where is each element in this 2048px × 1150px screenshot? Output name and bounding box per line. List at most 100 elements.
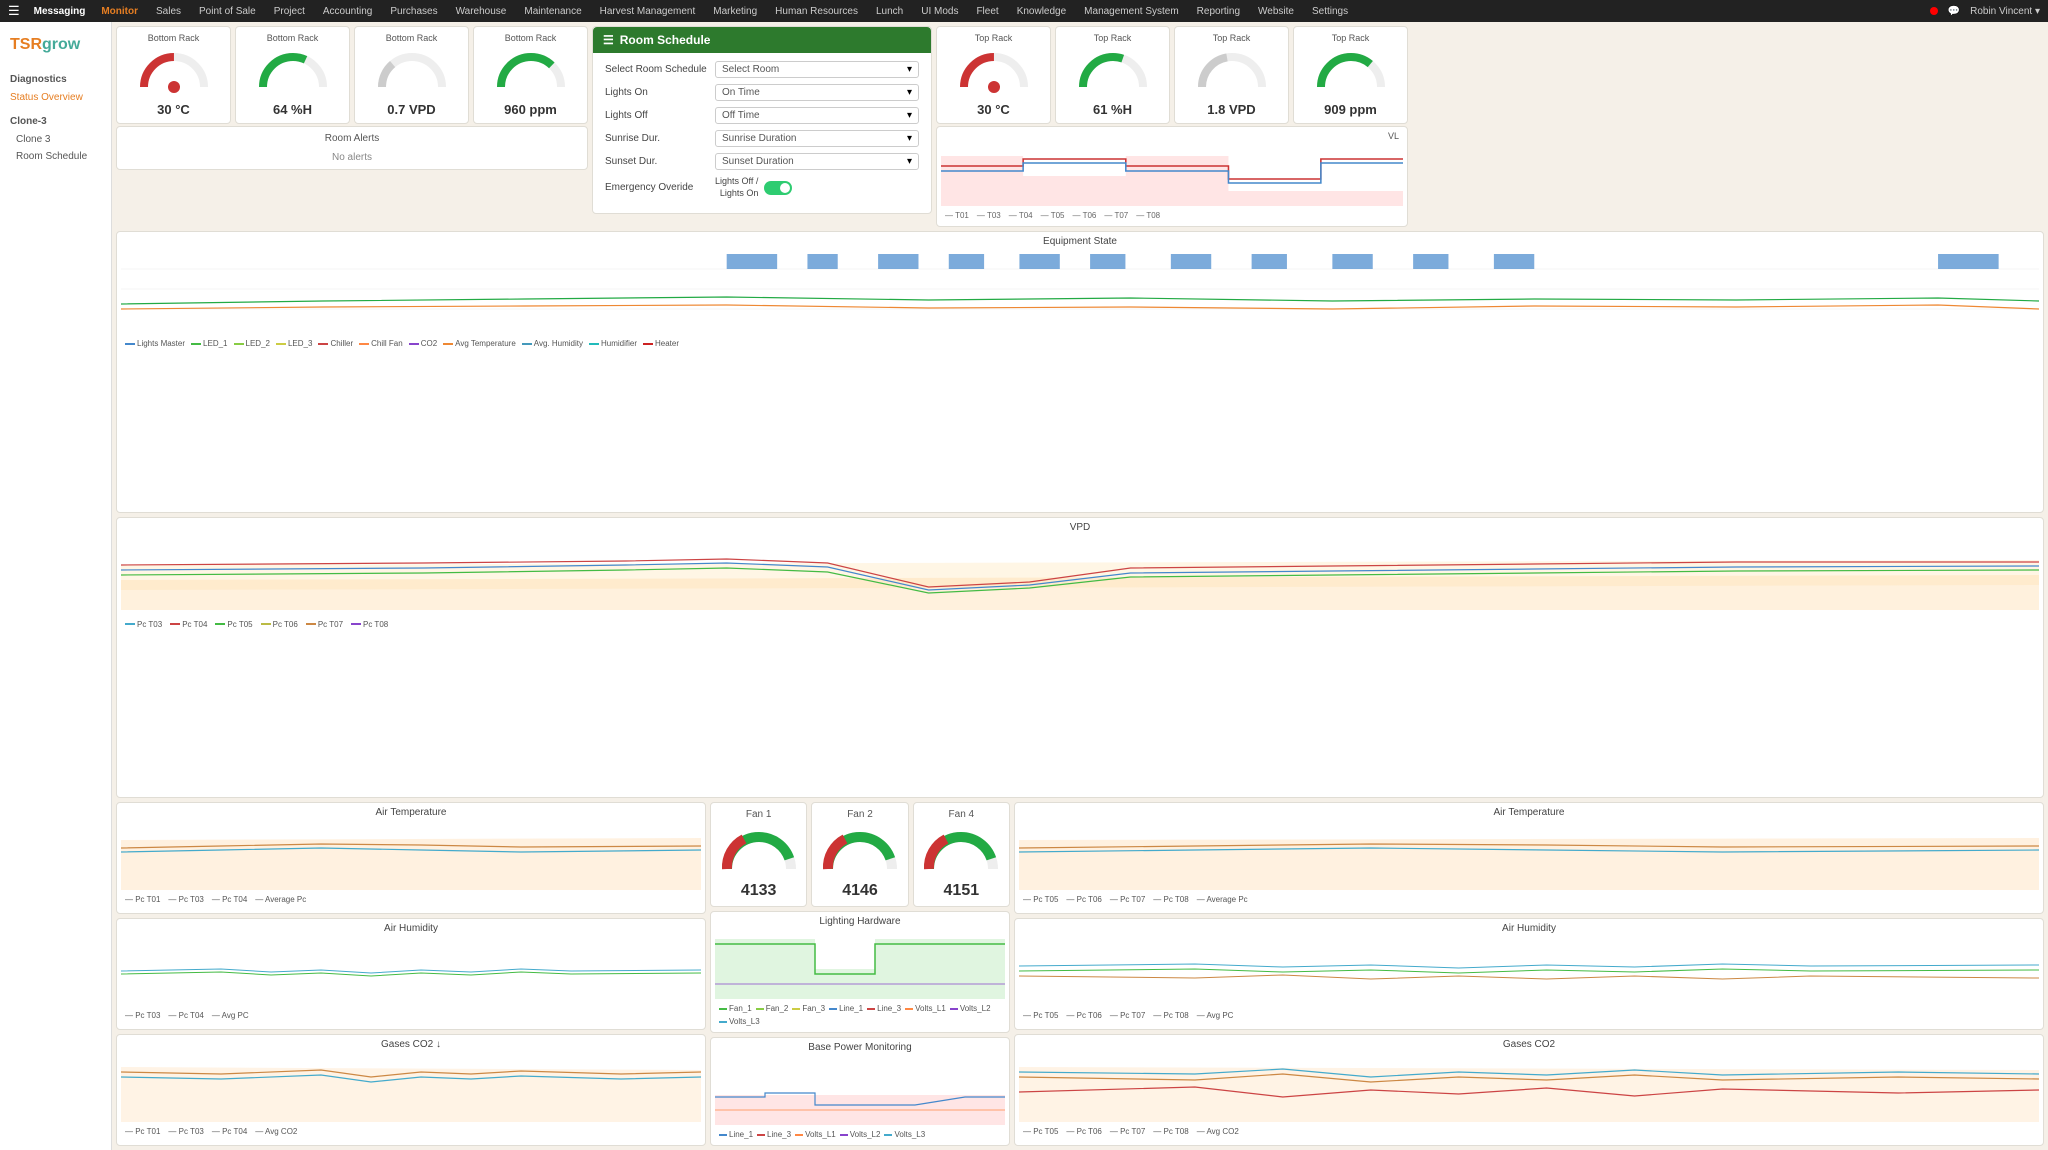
vl-legend: — T01 — T03 — T04 — T05 — T06 — T07 — T0… [941,209,1403,222]
vl-legend-t05: — T05 [1041,211,1065,220]
rs-label-lights-on: Lights On [605,87,715,98]
nav-fleet[interactable]: Fleet [974,6,1000,17]
nav-project[interactable]: Project [272,6,307,17]
air-temp-left-chart [121,820,701,890]
vl-legend-t06: — T06 [1073,211,1097,220]
nav-harvest[interactable]: Harvest Management [598,6,698,17]
top-navigation: ☰ Messaging Monitor Sales Point of Sale … [0,0,2048,22]
rs-select-lights-on[interactable]: On Time ▾ [715,84,919,101]
top-gauge-value-3: 1.8 VPD [1181,102,1282,117]
emergency-toggle-button[interactable] [764,181,792,195]
nav-mgmt[interactable]: Management System [1082,6,1181,17]
fan4-title: Fan 4 [920,809,1003,820]
chat-icon[interactable]: 💬 [1948,6,1960,17]
top-rack-co2-gauge: Top Rack 909 ppm [1293,26,1408,124]
rs-lights-on-value: On Time [722,87,760,98]
legend-chillfan: Chill Fan [359,339,403,348]
ahr-leg-t06: — Pc T06 [1066,1011,1101,1020]
fan-row: Fan 1 4133 Fan 2 [710,802,1010,907]
atr-leg-avg: — Average Pc [1197,895,1248,904]
alerts-message: No alerts [127,152,577,163]
top-gauge-svg-2 [1073,47,1153,97]
gauge-title-4: Bottom Rack [480,33,581,43]
rs-select-sunrise[interactable]: Sunrise Duration ▾ [715,130,919,147]
top-gauge-title-1: Top Rack [943,33,1044,43]
top-gauge-title-3: Top Rack [1181,33,1282,43]
sidebar-item-status-overview[interactable]: Status Overview [0,89,111,106]
nav-uimods[interactable]: UI Mods [919,6,960,17]
top-gauge-value-1: 30 °C [943,102,1044,117]
nav-lunch[interactable]: Lunch [874,6,905,17]
rs-label-sunset: Sunset Dur. [605,156,715,167]
gases-co2-left-card: Gases CO2 ↓ — Pc T01 — Pc T03 — Pc T04 —… [116,1034,706,1146]
nav-marketing[interactable]: Marketing [711,6,759,17]
legend-chiller: Chiller [318,339,353,348]
nav-sales[interactable]: Sales [154,6,183,17]
room-alerts-card: Room Alerts No alerts [116,126,588,170]
rs-select-room[interactable]: Select Room ▾ [715,61,919,78]
gauge-value-1: 30 °C [123,102,224,117]
bottom-rack-humidity-gauge: Bottom Rack 64 %H [235,26,350,124]
top-rack-vpd-gauge: Top Rack 1.8 VPD [1174,26,1289,124]
vpd-legend-t05: Pc T05 [215,620,252,629]
air-temp-left-card: Air Temperature — Pc T01 — Pc T03 — Pc T… [116,802,706,914]
vpd-legend-t07: Pc T07 [306,620,343,629]
ahl-leg-t03: — Pc T03 [125,1011,160,1020]
toggle-label-on: Lights On [720,188,759,200]
gauge-title-2: Bottom Rack [242,33,343,43]
rs-sunset-value: Sunset Duration [722,156,794,167]
rs-select-room-value: Select Room [722,64,779,75]
gcr-leg-t08: — Pc T08 [1153,1127,1188,1136]
sidebar-item-clone3[interactable]: Clone 3 [0,131,111,148]
sidebar: TSRgrow Diagnostics Status Overview Clon… [0,22,112,1150]
nav-settings[interactable]: Settings [1310,6,1350,17]
nav-accounting[interactable]: Accounting [321,6,374,17]
bottom-rack-co2-gauge: Bottom Rack 960 ppm [473,26,588,124]
gauge-value-3: 0.7 VPD [361,102,462,117]
room-schedule-card: ☰ Room Schedule Select Room Schedule Sel… [592,26,932,214]
chevron-down-icon-5: ▾ [907,156,912,167]
nav-hr[interactable]: Human Resources [773,6,860,17]
lh-leg-line3: Line_3 [867,1004,901,1013]
vpd-legend-t08: Pc T08 [351,620,388,629]
fan1-value: 4133 [717,882,800,900]
gcl-leg-t04: — Pc T04 [212,1127,247,1136]
vpd-legend: Pc T03 Pc T04 Pc T05 Pc T06 Pc T07 Pc T0… [121,618,2039,631]
gcr-leg-t05: — Pc T05 [1023,1127,1058,1136]
vpd-legend-t03: Pc T03 [125,620,162,629]
rs-lights-off-value: Off Time [722,110,760,121]
rs-select-lights-off[interactable]: Off Time ▾ [715,107,919,124]
vpd-title: VPD [121,522,2039,533]
equipment-state-title: Equipment State [121,236,2039,247]
nav-maintenance[interactable]: Maintenance [522,6,583,17]
ahl-leg-t04: — Pc T04 [168,1011,203,1020]
ahr-leg-t08: — Pc T08 [1153,1011,1188,1020]
user-menu[interactable]: Robin Vincent ▾ [1970,6,2040,17]
rs-label-emergency: Emergency Overide [605,182,715,193]
nav-knowledge[interactable]: Knowledge [1015,6,1068,17]
gauge-svg-2 [253,47,333,97]
notification-dot [1930,7,1938,15]
top-rack-humidity-gauge: Top Rack 61 %H [1055,26,1170,124]
fan4-value: 4151 [920,882,1003,900]
vl-chart-card: VL — T01 — T03 — T04 — T05 [936,126,1408,227]
nav-warehouse[interactable]: Warehouse [454,6,509,17]
nav-purchases[interactable]: Purchases [388,6,439,17]
legend-avg-humidity: Avg. Humidity [522,339,583,348]
nav-reporting[interactable]: Reporting [1195,6,1242,17]
rs-select-sunset[interactable]: Sunset Duration ▾ [715,153,919,170]
lh-leg-vl2: Volts_L2 [950,1004,991,1013]
top-rack-temp-gauge: Top Rack 30 °C [936,26,1051,124]
top-gauge-title-4: Top Rack [1300,33,1401,43]
nav-monitor[interactable]: Monitor [99,6,140,17]
logo: TSRgrow [0,30,111,64]
nav-website[interactable]: Website [1256,6,1296,17]
nav-pos[interactable]: Point of Sale [197,6,258,17]
sidebar-item-room-schedule[interactable]: Room Schedule [0,148,111,165]
hamburger-icon[interactable]: ☰ [8,3,20,19]
atl-leg-t01: — Pc T01 [125,895,160,904]
main-content: Bottom Rack 30 °C Bottom Rack [112,22,2048,1150]
air-humidity-left-legend: — Pc T03 — Pc T04 — Avg PC [121,1009,701,1022]
toggle-label-off: Lights Off / [715,176,758,188]
fan2-value: 4146 [818,882,901,900]
